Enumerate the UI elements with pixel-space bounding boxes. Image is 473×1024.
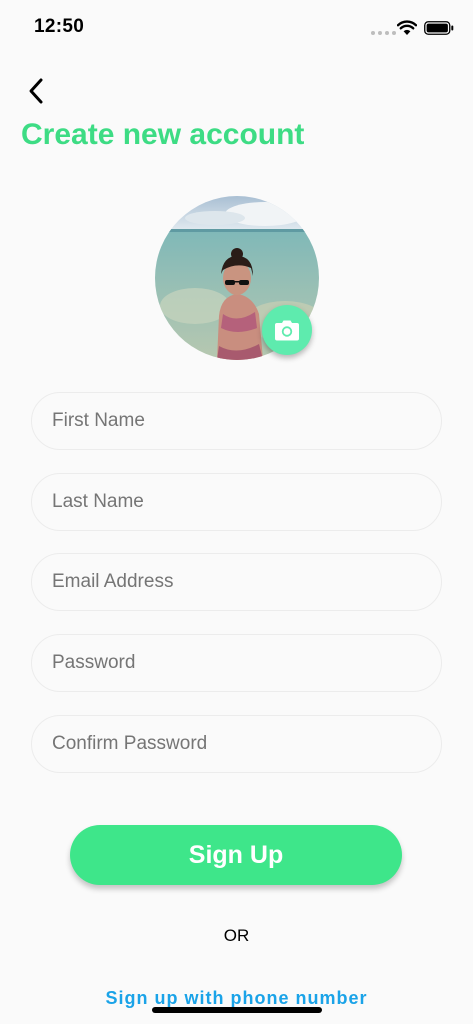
signal-icon [371,31,396,35]
last-name-input[interactable] [31,473,442,531]
page-title: Create new account [21,118,305,151]
password-input[interactable] [31,634,442,692]
camera-icon [275,320,299,340]
sign-up-button[interactable]: Sign Up [70,825,402,885]
or-divider-label: OR [223,926,250,945]
chevron-left-icon [29,78,43,104]
home-indicator [152,1007,322,1013]
email-input[interactable] [31,553,442,611]
change-photo-button[interactable] [262,305,312,355]
first-name-input[interactable] [31,392,442,450]
back-button[interactable] [20,74,52,108]
confirm-password-input[interactable] [31,715,442,773]
battery-icon [424,21,454,35]
wifi-icon [397,20,417,35]
sign-up-with-phone-link[interactable]: Sign up with phone number [0,988,473,1009]
status-time: 12:50 [34,16,85,37]
signup-screen: 12:50 Create new account First Name Last… [0,0,473,1024]
